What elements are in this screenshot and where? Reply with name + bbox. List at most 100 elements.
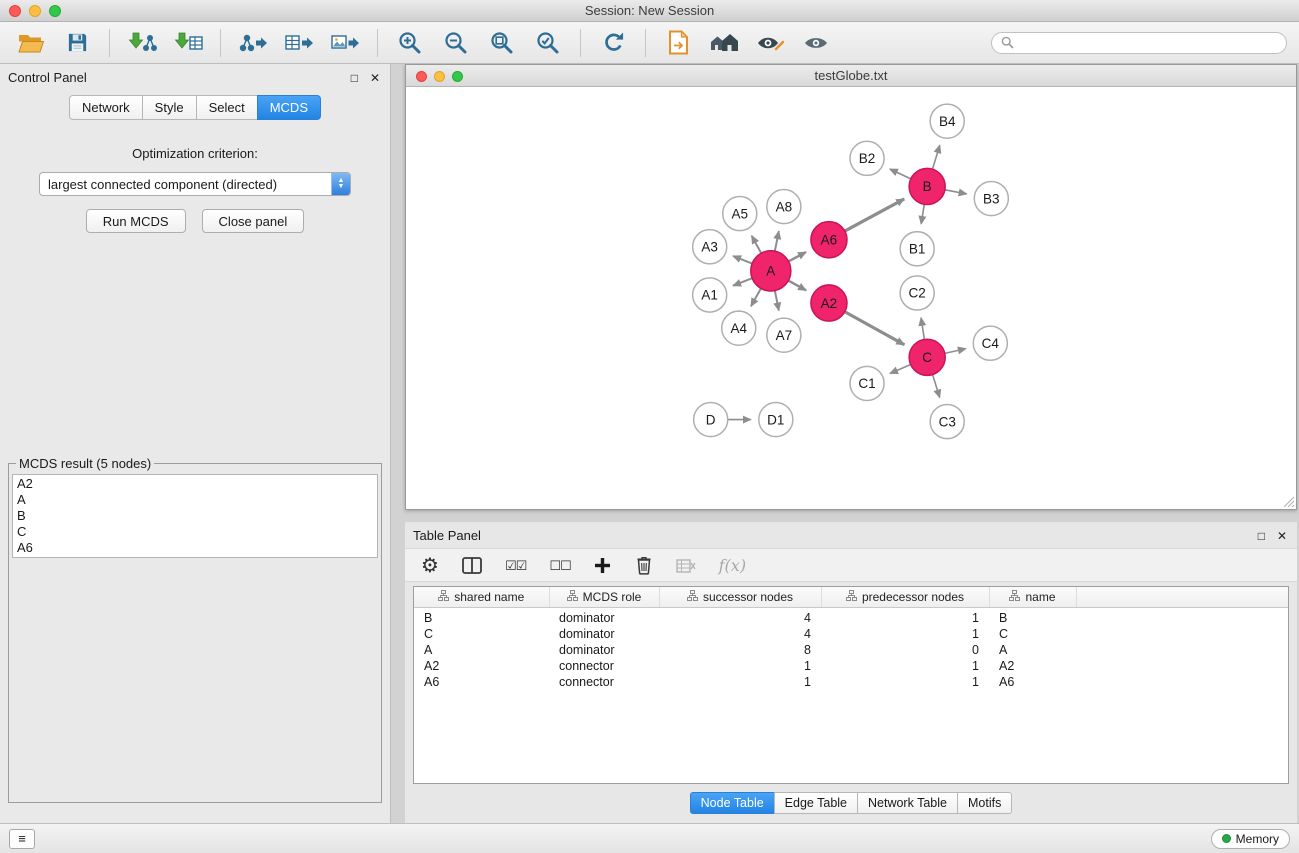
export-network-button[interactable] [232,26,274,60]
tab-edge-table[interactable]: Edge Table [774,792,858,814]
graph-node-B[interactable]: B [909,168,945,204]
edge-A-A8[interactable] [775,231,779,251]
column-header-MCDS-role[interactable]: MCDS role [549,587,659,607]
edge-B-B1[interactable] [921,204,924,224]
graph-node-A3[interactable]: A3 [693,230,727,264]
maximize-network-icon[interactable] [452,71,463,82]
table-row[interactable]: Bdominator41B [414,607,1288,626]
style-preview-button[interactable] [749,26,791,60]
close-panel-button[interactable]: Close panel [202,209,305,233]
minimize-window-icon[interactable] [29,5,41,17]
zoom-selected-button[interactable] [527,26,569,60]
edge-A-A3[interactable] [733,256,752,264]
graph-node-A5[interactable]: A5 [723,197,757,231]
table-row[interactable]: Adominator80A [414,642,1288,658]
search-input[interactable] [1019,36,1277,50]
edge-B-B3[interactable] [945,190,967,194]
close-panel-icon[interactable]: ✕ [370,71,380,85]
import-network-button[interactable] [121,26,163,60]
select-all-button[interactable]: ☑☑ [505,558,526,574]
graph-node-A6[interactable]: A6 [811,222,847,258]
tab-network[interactable]: Network [69,95,143,120]
delete-row-button[interactable] [635,556,653,575]
float-table-panel-icon[interactable]: □ [1258,529,1265,543]
memory-button[interactable]: Memory [1211,829,1290,849]
network-canvas[interactable]: A A6 A2 B C A1 A3 A4 A5 A7 A8 B1 B2 B3 B4 C1 C2 C3 C4 D D1 [406,87,1296,509]
graph-node-A4[interactable]: A4 [722,311,756,345]
import-table-button[interactable] [167,26,209,60]
close-network-icon[interactable] [416,71,427,82]
column-header-predecessor-nodes[interactable]: predecessor nodes [821,587,989,607]
graph-node-B4[interactable]: B4 [930,104,964,138]
edge-C-C1[interactable] [890,365,911,374]
graph-node-A[interactable]: A [751,251,791,291]
graph-node-A7[interactable]: A7 [767,318,801,352]
edge-C-C4[interactable] [945,349,966,354]
zoom-out-button[interactable] [435,26,477,60]
mcds-result-list[interactable]: A2ABCA6 [12,474,378,558]
graph-node-B2[interactable]: B2 [850,141,884,175]
graph-node-B1[interactable]: B1 [900,232,934,266]
column-header-shared-name[interactable]: shared name [414,587,549,607]
run-mcds-button[interactable]: Run MCDS [86,209,186,233]
edge-C-C3[interactable] [933,375,940,398]
edge-A6-B[interactable] [845,199,904,231]
table-row[interactable]: A2connector11A2 [414,658,1288,674]
edge-B-B4[interactable] [932,145,939,169]
show-graphics-details-button[interactable] [795,26,837,60]
graph-node-C3[interactable]: C3 [930,405,964,439]
edge-A-A2[interactable] [788,281,806,291]
graph-node-C[interactable]: C [909,339,945,375]
table-row[interactable]: A6connector11A6 [414,674,1288,690]
table-settings-button[interactable]: ⚙ [421,557,439,575]
edge-A2-C[interactable] [845,312,905,345]
home-button[interactable] [703,26,745,60]
edge-A-A7[interactable] [775,291,779,311]
tab-select[interactable]: Select [196,95,258,120]
graph-node-D[interactable]: D [694,402,728,436]
graph-node-D1[interactable]: D1 [759,402,793,436]
maximize-window-icon[interactable] [49,5,61,17]
save-session-button[interactable] [56,26,98,60]
search-box[interactable] [991,32,1287,54]
criterion-dropdown[interactable]: largest connected component (directed) ▲… [39,172,351,196]
edge-A-A4[interactable] [751,288,761,306]
column-header-name[interactable]: name [989,587,1076,607]
edge-A-A5[interactable] [752,236,762,253]
graph-node-B3[interactable]: B3 [974,181,1008,215]
table-row[interactable]: Cdominator41C [414,626,1288,642]
edge-A-A1[interactable] [733,278,752,286]
graph-node-C2[interactable]: C2 [900,276,934,310]
close-window-icon[interactable] [9,5,21,17]
task-history-button[interactable]: ≡ [9,829,35,849]
tab-network-table[interactable]: Network Table [857,792,958,814]
tab-node-table[interactable]: Node Table [690,792,775,814]
export-image-button[interactable] [324,26,366,60]
column-visibility-button[interactable] [462,557,482,574]
column-header-successor-nodes[interactable]: successor nodes [659,587,821,607]
refresh-button[interactable] [592,26,634,60]
open-recent-session-button[interactable] [657,26,699,60]
deselect-all-button[interactable]: ☐☐ [549,558,570,574]
edge-B-B2[interactable] [890,169,911,179]
export-table-button[interactable] [278,26,320,60]
graph-node-A1[interactable]: A1 [693,278,727,312]
float-panel-icon[interactable]: □ [351,71,358,85]
minimize-network-icon[interactable] [434,71,445,82]
edge-C-C2[interactable] [921,318,924,340]
close-table-panel-icon[interactable]: ✕ [1277,529,1287,543]
tab-motifs[interactable]: Motifs [957,792,1012,814]
tab-mcds[interactable]: MCDS [257,95,321,120]
graph-node-C4[interactable]: C4 [973,326,1007,360]
graph-node-C1[interactable]: C1 [850,366,884,400]
zoom-in-button[interactable] [389,26,431,60]
edge-A-A6[interactable] [788,252,806,261]
graph-node-A8[interactable]: A8 [767,189,801,223]
tab-style[interactable]: Style [142,95,197,120]
network-graph[interactable]: A A6 A2 B C A1 A3 A4 A5 A7 A8 B1 B2 B3 B4 C1 C2 C3 C4 D D1 [406,87,1296,509]
resize-grip-icon[interactable] [1283,496,1295,508]
add-row-button[interactable] [594,558,612,573]
zoom-fit-button[interactable] [481,26,523,60]
open-session-button[interactable] [10,26,52,60]
graph-node-A2[interactable]: A2 [811,285,847,321]
